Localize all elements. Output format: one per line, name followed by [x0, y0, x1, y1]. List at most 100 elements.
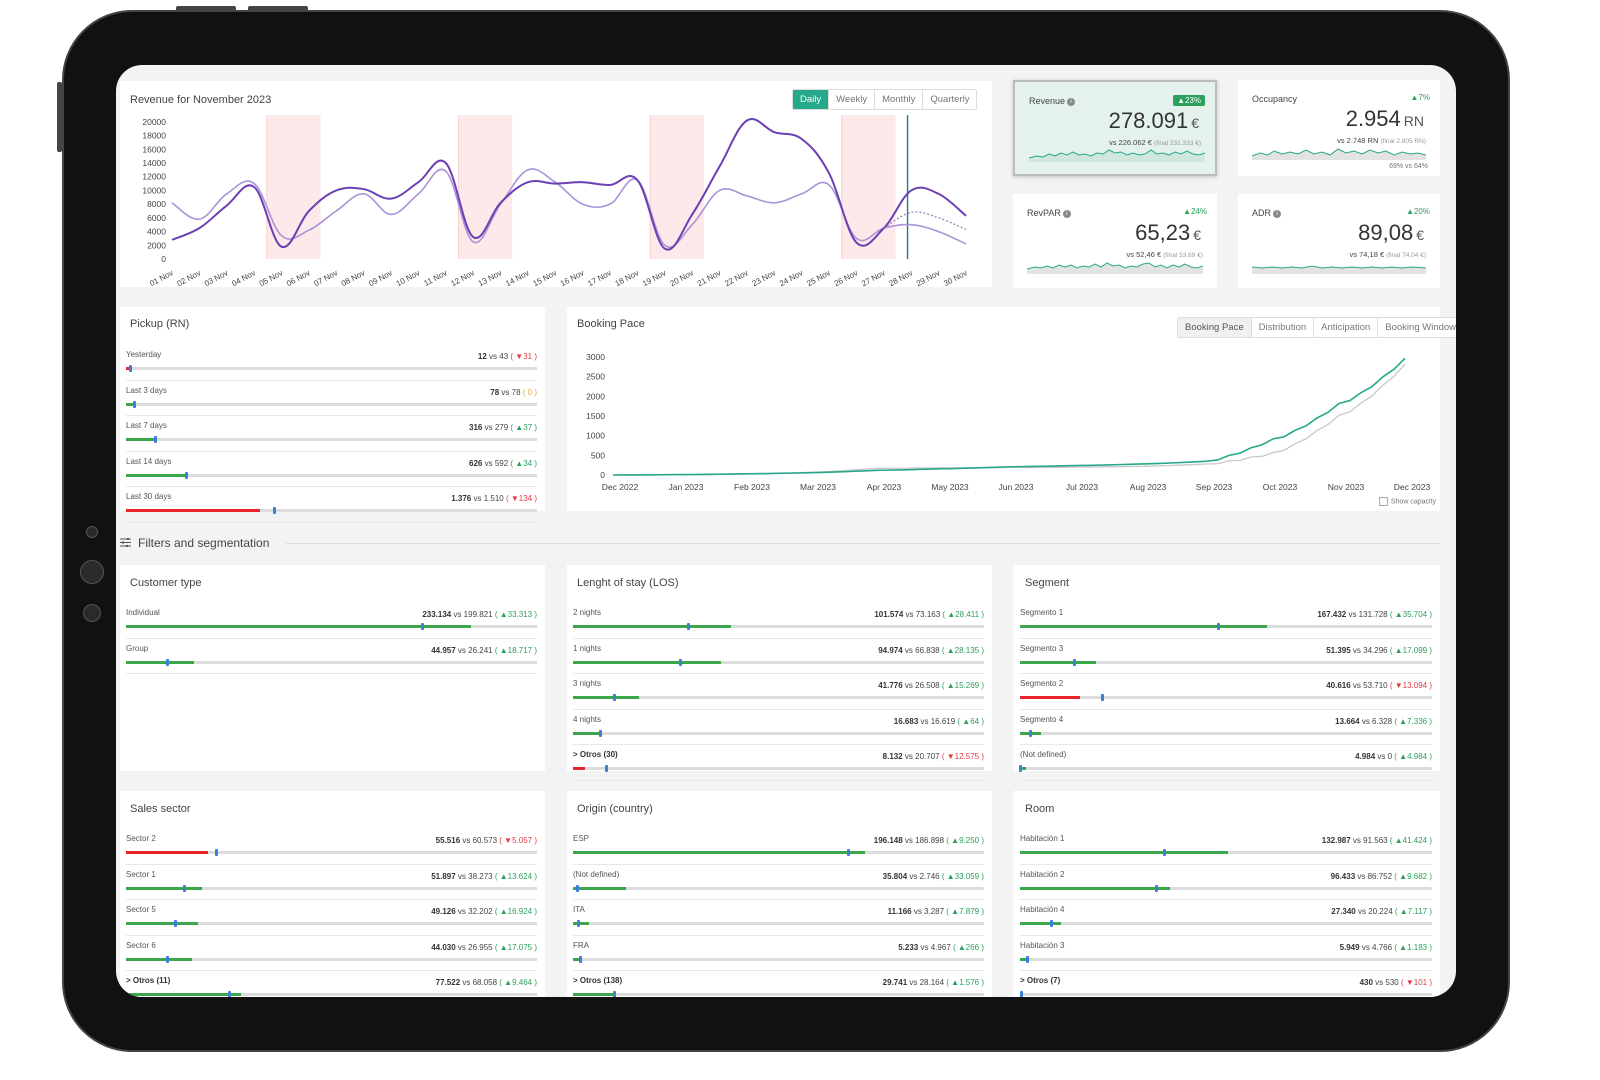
- tab-weekly[interactable]: Weekly: [829, 90, 876, 109]
- room-row-value: 430 vs 530 ( ▼101 ): [1359, 978, 1432, 987]
- filters-bar[interactable]: Filters and segmentation: [116, 533, 1456, 553]
- origin-row[interactable]: FRA 5.233 vs 4.967 ( ▲266 ): [573, 936, 984, 971]
- sales-sector-row-value: 77.522 vs 68.058 ( ▲9.464 ): [435, 978, 537, 987]
- los-row-bar-marker: [604, 765, 608, 772]
- room-row[interactable]: Habitación 2 96.433 vs 86.752 ( ▲9.682 ): [1020, 865, 1432, 900]
- booking-pace-tabs: Booking Pace Distribution Anticipation B…: [1177, 317, 1456, 338]
- segment-row-value: 51.395 vs 34.296 ( ▲17.099 ): [1326, 645, 1432, 655]
- tab-booking-pace[interactable]: Booking Pace: [1178, 318, 1252, 337]
- segment-row-label: Segmento 2: [1020, 679, 1064, 688]
- sales-sector-row-bar-fill: [126, 922, 198, 925]
- sales-sector-row[interactable]: Sector 5 49.126 vs 32.202 ( ▲16.924 ): [126, 900, 537, 936]
- kpi-revpar-card[interactable]: RevPAR i ▲24% 65,23 € vs 52,46 € (final 53…: [1013, 194, 1217, 288]
- customer-type-row[interactable]: Individual 233.134 vs 199.821 ( ▲33.313 ): [126, 603, 537, 639]
- origin-row-bar: [573, 849, 984, 856]
- tab-booking-window[interactable]: Booking Window: [1378, 318, 1456, 337]
- sales-sector-row-bar-marker: [166, 955, 170, 963]
- segment-row-bar-marker: [1019, 765, 1022, 772]
- sales-sector-row[interactable]: > Otros (11) 77.522 vs 68.058 ( ▲9.464 ): [126, 971, 537, 997]
- room-row[interactable]: Habitación 1 132.987 vs 91.563 ( ▲41.424 …: [1020, 829, 1432, 865]
- customer-type-row-bar: [126, 623, 537, 630]
- los-row[interactable]: 1 nights 94.974 vs 66.838 ( ▲28.135 ): [573, 639, 984, 674]
- tab-daily[interactable]: Daily: [793, 90, 830, 109]
- pickup-row-value: 1.376 vs 1.510 ( ▼134 ): [451, 494, 537, 503]
- pickup-row[interactable]: Last 30 days 1.376 vs 1.510 ( ▼134 ): [126, 487, 537, 523]
- x-tick-label: 20 Nov: [668, 268, 695, 287]
- los-card: Lenght of stay (LOS) 2 nights 101.574 vs …: [567, 565, 992, 781]
- segment-row[interactable]: Segmento 4 13.664 vs 6.328 ( ▲7.336 ): [1020, 710, 1432, 745]
- kpi-occupancy-value: 2.954 RN: [1345, 106, 1424, 131]
- los-row[interactable]: 2 nights 101.574 vs 73.163 ( ▲28.411 ): [573, 603, 984, 639]
- kpi-adr-value: 89,08 €: [1358, 220, 1424, 245]
- room-row[interactable]: Habitación 4 27.340 vs 20.224 ( ▲7.117 ): [1020, 900, 1432, 936]
- origin-row-bar: [573, 920, 984, 927]
- pickup-row-label: Last 7 days: [126, 421, 167, 430]
- origin-row[interactable]: (Not defined) 35.804 vs 2.746 ( ▲33.059 ): [573, 865, 984, 900]
- kpi-revpar-badge: ▲24%: [1183, 207, 1207, 216]
- pickup-row[interactable]: Yesterday 12 vs 43 ( ▼31 ): [126, 345, 537, 381]
- customer-type-row-label: Individual: [126, 608, 160, 617]
- x-tick-label: 09 Nov: [367, 268, 394, 287]
- segment-row[interactable]: Segmento 3 51.395 vs 34.296 ( ▲17.099 ): [1020, 639, 1432, 674]
- room-row-bar: [1020, 920, 1432, 927]
- x-tick-label: 04 Nov: [230, 268, 257, 287]
- origin-row[interactable]: ESP 196.148 vs 186.898 ( ▲9.250 ): [573, 829, 984, 865]
- kpi-revenue-card[interactable]: Revenue i ▲23% 278.091 € vs 226.062 € (fin…: [1013, 80, 1217, 176]
- origin-row[interactable]: > Otros (138) 29.741 vs 28.164 ( ▲1.576 ): [573, 971, 984, 997]
- room-row[interactable]: Habitación 3 5.949 vs 4.766 ( ▲1.183 ): [1020, 936, 1432, 971]
- sales-sector-row-bar-fill: [126, 957, 192, 961]
- segment-row[interactable]: (Not defined) 4.984 vs 0 ( ▲4.984 ): [1019, 745, 1432, 781]
- tablet-top-button-2: [248, 6, 308, 11]
- pickup-row[interactable]: Last 7 days 316 vs 279 ( ▲37 ): [126, 416, 537, 452]
- segment-row-value: 13.664 vs 6.328 ( ▲7.336 ): [1335, 716, 1432, 726]
- kpi-adr-card[interactable]: ADR i ▲20% 89,08 € vs 74,18 € (final 74,04…: [1238, 194, 1440, 288]
- los-row[interactable]: 3 nights 41.776 vs 26.508 ( ▲15.269 ): [573, 674, 984, 710]
- tablet-sensor-small-icon: [83, 604, 101, 622]
- y-tick-label: 20000: [142, 117, 166, 127]
- segment-row[interactable]: Segmento 2 40.616 vs 53.710 ( ▼13.094 ): [1020, 674, 1432, 710]
- segment-row[interactable]: Segmento 1 167.432 vs 131.728 ( ▲35.704 ): [1020, 603, 1432, 639]
- room-row-bar-marker: [1019, 991, 1023, 997]
- y-tick-label: 500: [591, 450, 605, 460]
- tab-distribution[interactable]: Distribution: [1251, 318, 1315, 337]
- room-row[interactable]: > Otros (7) 430 vs 530 ( ▼101 ): [1019, 971, 1432, 997]
- customer-type-row[interactable]: Group 44.957 vs 26.241 ( ▲18.717 ): [126, 639, 537, 674]
- dashboard-screen: Revenue for November 2023 Daily Weekly M…: [116, 65, 1456, 997]
- los-row-value: 8.132 vs 20.707 ( ▼12.575 ): [882, 752, 984, 761]
- y-tick-label: 2000: [586, 391, 605, 401]
- segment-row-label: (Not defined): [1020, 750, 1067, 759]
- pickup-title: Pickup (RN): [130, 318, 190, 330]
- y-tick-label: 8000: [147, 199, 166, 209]
- origin-row[interactable]: ITA 11.166 vs 3.287 ( ▲7.879 ): [573, 900, 984, 936]
- customer-type-title: Customer type: [130, 577, 202, 589]
- sales-sector-row-bar: [126, 884, 537, 892]
- pickup-row[interactable]: Last 14 days 626 vs 592 ( ▲34 ): [126, 452, 537, 487]
- tab-quarterly[interactable]: Quarterly: [923, 90, 977, 109]
- pickup-row-value: 12 vs 43 ( ▼31 ): [477, 352, 537, 361]
- origin-row-value: 11.166 vs 3.287 ( ▲7.879 ): [887, 907, 984, 916]
- show-capacity-checkbox[interactable]: Show capacity: [1378, 497, 1436, 506]
- sales-sector-row[interactable]: Sector 6 44.030 vs 26.955 ( ▲17.075 ): [126, 936, 537, 971]
- tab-monthly[interactable]: Monthly: [875, 90, 924, 109]
- los-row-bar-fill: [573, 660, 721, 664]
- pickup-row[interactable]: Last 3 days 78 vs 78 ( 0 ): [126, 381, 537, 416]
- los-row[interactable]: > Otros (30) 8.132 vs 20.707 ( ▼12.575 ): [573, 745, 984, 781]
- kpi-occupancy-card[interactable]: Occupancy ▲7% 2.954 RN vs 2.748 RN (final…: [1238, 80, 1440, 176]
- los-row-bar: [573, 623, 984, 630]
- pickup-row-bar-fill: [126, 509, 260, 512]
- origin-row-value: 5.233 vs 4.967 ( ▲266 ): [898, 942, 984, 952]
- sales-sector-row[interactable]: Sector 2 55.516 vs 60.573 ( ▼5.057 ): [126, 829, 537, 865]
- sales-sector-row[interactable]: Sector 1 51.897 vs 38.273 ( ▲13.624 ): [126, 865, 537, 900]
- room-row-bar-fill: [1020, 922, 1062, 925]
- los-row[interactable]: 4 nights 16.683 vs 16.619 ( ▲64 ): [573, 710, 984, 745]
- los-row-bar-fill: [573, 696, 639, 699]
- x-tick-label: 10 Nov: [395, 268, 422, 287]
- sales-sector-row-label: Sector 2: [126, 834, 156, 843]
- room-row-bar-fill: [1020, 851, 1229, 854]
- x-tick-label: Dec 2023: [1394, 482, 1431, 492]
- pickup-row-value: 78 vs 78 ( 0 ): [490, 387, 537, 397]
- tablet-side-button: [57, 82, 62, 152]
- sales-sector-card: Sales sector Sector 2 55.516 vs 60.573 ( …: [120, 791, 545, 997]
- sales-sector-title: Sales sector: [130, 803, 191, 815]
- tab-anticipation[interactable]: Anticipation: [1314, 318, 1379, 337]
